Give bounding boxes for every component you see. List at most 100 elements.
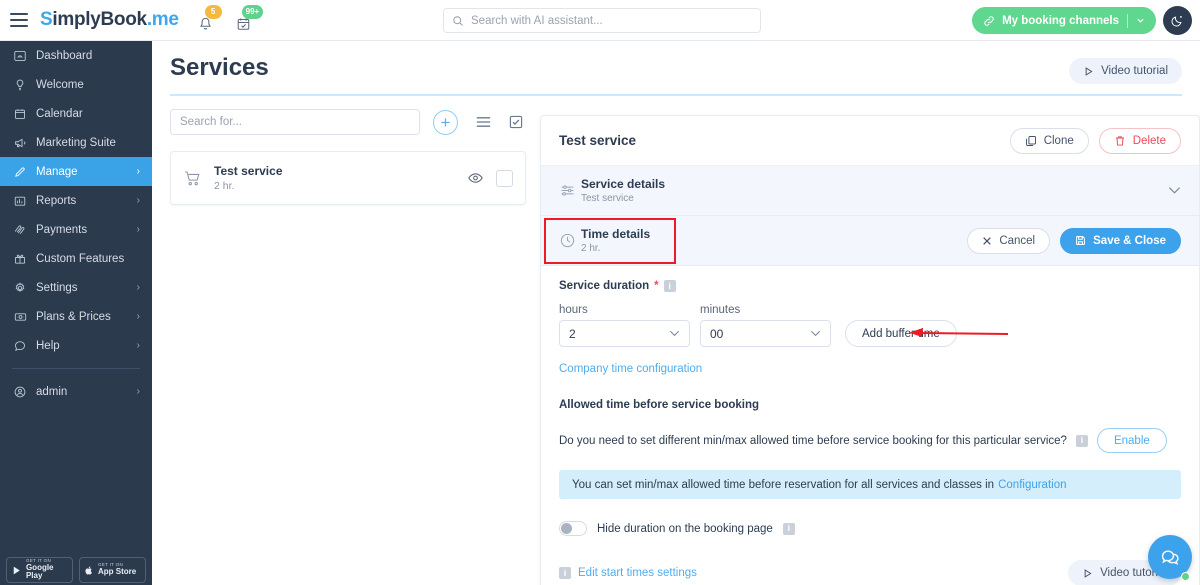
delete-button[interactable]: Delete <box>1098 127 1181 154</box>
sidebar: Dashboard Welcome Calendar Marketing Sui… <box>0 41 152 585</box>
hours-select[interactable]: 2 <box>559 320 690 347</box>
save-and-close-label: Save & Close <box>1093 234 1166 247</box>
app-store-badge[interactable]: GET IT ON App Store <box>79 557 146 583</box>
search-icon <box>453 15 463 26</box>
sidebar-item-label: Calendar <box>36 107 83 120</box>
link-icon <box>984 15 994 26</box>
hours-value: 2 <box>569 326 576 341</box>
top-bar: SimplyBook.me 5 99+ Search with AI assis… <box>0 0 1200 41</box>
play-icon <box>1085 66 1093 76</box>
services-search-input[interactable]: Search for... <box>170 109 420 135</box>
save-disk-icon <box>1076 236 1086 245</box>
hamburger-menu-icon[interactable] <box>10 13 28 27</box>
calendar-icon <box>13 107 31 121</box>
section-time-details[interactable]: Time details 2 hr. Cancel Save & Close <box>541 216 1199 266</box>
banknote-icon <box>13 310 31 324</box>
panel-title: Test service <box>559 133 637 148</box>
ai-search-input[interactable]: Search with AI assistant... <box>443 8 761 33</box>
sidebar-item-label: Plans & Prices <box>36 310 111 323</box>
my-booking-channels-button[interactable]: My booking channels <box>972 7 1156 34</box>
info-icon[interactable]: i <box>559 567 571 579</box>
reorder-list-button[interactable] <box>476 116 491 128</box>
sidebar-item-custom-features[interactable]: Custom Features <box>0 244 152 273</box>
toggle-knob <box>561 523 572 534</box>
sidebar-item-settings[interactable]: Settings › <box>0 273 152 302</box>
chat-bubbles-icon <box>1161 549 1179 565</box>
dark-mode-toggle-button[interactable] <box>1163 6 1192 35</box>
minutes-select[interactable]: 00 <box>700 320 831 347</box>
chat-online-indicator <box>1181 572 1190 581</box>
required-mark: * <box>654 280 659 292</box>
chevron-down-icon <box>669 328 680 340</box>
info-icon[interactable]: i <box>663 280 676 292</box>
sidebar-item-dashboard[interactable]: Dashboard <box>0 41 152 70</box>
info-icon[interactable]: i <box>782 522 795 535</box>
allowed-time-question: Do you need to set different min/max all… <box>559 434 1067 447</box>
hide-duration-toggle[interactable] <box>559 521 587 536</box>
services-search-placeholder: Search for... <box>180 116 243 128</box>
sidebar-item-label: Welcome <box>36 78 84 91</box>
notifications-bell-button[interactable]: 5 <box>197 5 222 32</box>
brand-logo-part2: implyBook <box>52 9 147 30</box>
sidebar-item-label: Manage <box>36 165 78 178</box>
save-and-close-button[interactable]: Save & Close <box>1060 227 1181 254</box>
eye-icon[interactable] <box>468 172 483 184</box>
chevron-down-icon[interactable] <box>1168 183 1181 198</box>
add-buffer-time-button[interactable]: Add buffer time <box>845 320 957 347</box>
calendar-tasks-button[interactable]: 99+ <box>235 5 264 32</box>
hours-label: hours <box>559 304 588 316</box>
services-list-column: Search for... + Test service 2 hr. <box>170 109 526 205</box>
select-all-button[interactable] <box>509 115 523 129</box>
sidebar-item-welcome[interactable]: Welcome <box>0 70 152 99</box>
sidebar-item-plans-and-prices[interactable]: Plans & Prices › <box>0 302 152 331</box>
minutes-label: minutes <box>700 304 741 316</box>
sidebar-item-help[interactable]: Help › <box>0 331 152 360</box>
minutes-field: minutes 00 <box>700 304 831 347</box>
services-list-toolbar: Search for... + <box>170 109 526 135</box>
video-tutorial-label: Video tutorial <box>1101 65 1168 77</box>
video-tutorial-button-top[interactable]: Video tutorial <box>1069 58 1182 84</box>
add-buffer-time-label: Add buffer time <box>862 327 940 340</box>
sidebar-item-marketing-suite[interactable]: Marketing Suite <box>0 128 152 157</box>
sidebar-item-manage[interactable]: Manage › <box>0 157 152 186</box>
service-duration-row: hours 2 minutes 00 Add buffer time <box>559 304 1181 347</box>
service-duration-label-row: Service duration * i <box>559 280 1181 292</box>
allowed-time-question-row: Do you need to set different min/max all… <box>559 428 1181 453</box>
footer-row: i Edit start times settings Video tutori… <box>559 560 1181 585</box>
app-store-label: App Store <box>98 567 137 577</box>
sidebar-item-reports[interactable]: Reports › <box>0 186 152 215</box>
info-icon[interactable]: i <box>1075 434 1088 447</box>
clone-button[interactable]: Clone <box>1009 127 1089 154</box>
company-time-configuration-link[interactable]: Company time configuration <box>559 363 702 375</box>
section-service-details[interactable]: Service details Test service <box>541 166 1199 216</box>
list-item[interactable]: Test service 2 hr. <box>170 151 526 205</box>
chevron-right-icon: › <box>136 224 140 235</box>
list-item-checkbox[interactable] <box>496 169 513 187</box>
edit-start-times-link[interactable]: Edit start times settings <box>578 567 697 579</box>
clock-icon <box>559 232 581 249</box>
gift-icon <box>13 252 31 266</box>
sidebar-item-label: Custom Features <box>36 252 125 265</box>
channels-divider <box>1127 13 1128 28</box>
list-item-title: Test service <box>214 164 283 178</box>
list-item-text: Test service 2 hr. <box>214 164 283 192</box>
sidebar-item-payments[interactable]: Payments › <box>0 215 152 244</box>
google-play-badge[interactable]: GET IT ON Google Play <box>6 557 73 583</box>
hide-duration-row: Hide duration on the booking page i <box>559 521 1181 536</box>
cancel-button[interactable]: Cancel <box>967 227 1051 254</box>
section-subtitle: 2 hr. <box>581 243 601 254</box>
enable-button[interactable]: Enable <box>1096 428 1167 453</box>
google-play-label: Google Play <box>25 562 54 581</box>
sidebar-item-account[interactable]: admin › <box>0 377 152 406</box>
chevron-right-icon: › <box>136 282 140 293</box>
brand-logo[interactable]: SimplyBook.me <box>40 9 179 31</box>
configuration-link[interactable]: Configuration <box>998 479 1066 491</box>
sidebar-item-calendar[interactable]: Calendar <box>0 99 152 128</box>
panel-header: Test service Clone Delete <box>541 116 1199 166</box>
hide-duration-label: Hide duration on the booking page <box>597 522 773 535</box>
trash-icon <box>1115 135 1124 146</box>
add-service-button[interactable]: + <box>433 109 458 135</box>
notifications-badge: 5 <box>204 5 222 19</box>
sidebar-item-label: Marketing Suite <box>36 136 116 149</box>
cancel-label: Cancel <box>999 234 1036 247</box>
